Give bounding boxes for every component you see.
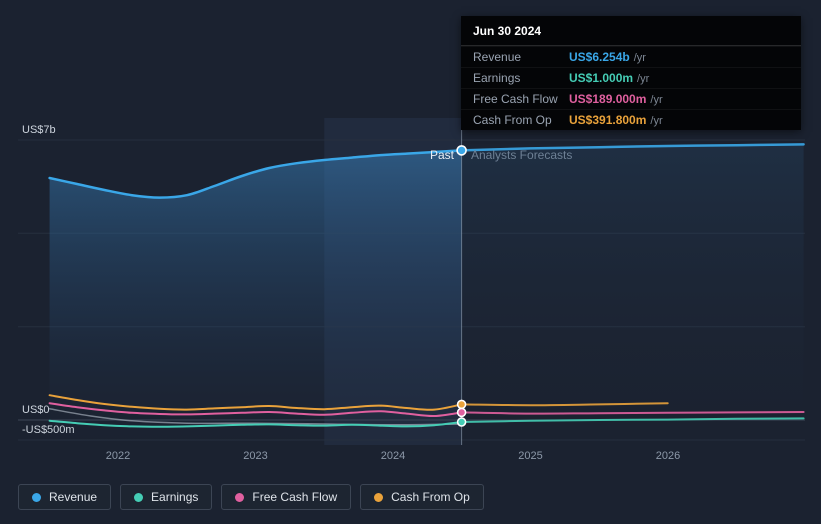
cash-from-op-dot-icon xyxy=(374,492,384,502)
tooltip-value: US$1.000m xyxy=(569,71,634,85)
legend-label-earnings: Earnings xyxy=(151,490,199,504)
tooltip-row-cash-from-op: Cash From Op US$391.800m /yr xyxy=(461,109,801,130)
x-axis-label-2022: 2022 xyxy=(105,450,131,462)
legend-label-cash-from-op: Cash From Op xyxy=(391,490,470,504)
legend-item-free-cash-flow[interactable]: Free Cash Flow xyxy=(221,484,352,510)
legend-label-revenue: Revenue xyxy=(49,490,98,504)
tooltip-date: Jun 30 2024 xyxy=(461,16,801,46)
legend-item-earnings[interactable]: Earnings xyxy=(120,484,213,510)
y-axis-label-neg500m: -US$500m xyxy=(22,424,75,436)
tooltip-value: US$189.000m xyxy=(569,92,647,106)
x-axis-label-2026: 2026 xyxy=(655,450,681,462)
data-tooltip: Jun 30 2024 Revenue US$6.254b /yr Earnin… xyxy=(461,16,801,130)
tooltip-value: US$6.254b xyxy=(569,50,630,64)
x-axis-label-2023: 2023 xyxy=(243,450,268,462)
x-axis-label-2024: 2024 xyxy=(380,450,406,462)
tooltip-row-earnings: Earnings US$1.000m /yr xyxy=(461,67,801,88)
y-axis-label-0: US$0 xyxy=(22,404,50,416)
tooltip-value: US$391.800m xyxy=(569,113,647,127)
legend-label-free-cash-flow: Free Cash Flow xyxy=(252,490,338,504)
x-axis-label-2025: 2025 xyxy=(518,450,543,462)
past-label: Past xyxy=(429,148,454,162)
earnings-dot-icon xyxy=(134,492,144,502)
legend: Revenue Earnings Free Cash Flow Cash Fro… xyxy=(18,484,484,510)
revenue-dot-icon xyxy=(32,492,41,502)
analysts-forecasts-label: Analysts Forecasts xyxy=(471,148,573,162)
tooltip-row-free-cash-flow: Free Cash Flow US$189.000m /yr xyxy=(461,88,801,109)
tooltip-label: Free Cash Flow xyxy=(473,92,558,106)
free-cash-flow-dot-icon xyxy=(235,492,245,502)
tooltip-suffix: /yr xyxy=(633,52,646,64)
tooltip-suffix: /yr xyxy=(637,73,650,85)
tooltip-suffix: /yr xyxy=(650,94,663,106)
y-axis-label-7b: US$7b xyxy=(22,124,56,136)
earnings-revenue-growth-chart: US$7b US$0 -US$500m 2022 2023 2024 2025 … xyxy=(0,0,821,524)
legend-item-revenue[interactable]: Revenue xyxy=(18,484,112,510)
legend-item-cash-from-op[interactable]: Cash From Op xyxy=(360,484,484,510)
tooltip-label: Revenue xyxy=(473,50,522,64)
tooltip-suffix: /yr xyxy=(650,115,663,127)
tooltip-row-revenue: Revenue US$6.254b /yr xyxy=(461,46,801,67)
tooltip-label: Earnings xyxy=(473,71,521,85)
tooltip-label: Cash From Op xyxy=(473,113,552,127)
